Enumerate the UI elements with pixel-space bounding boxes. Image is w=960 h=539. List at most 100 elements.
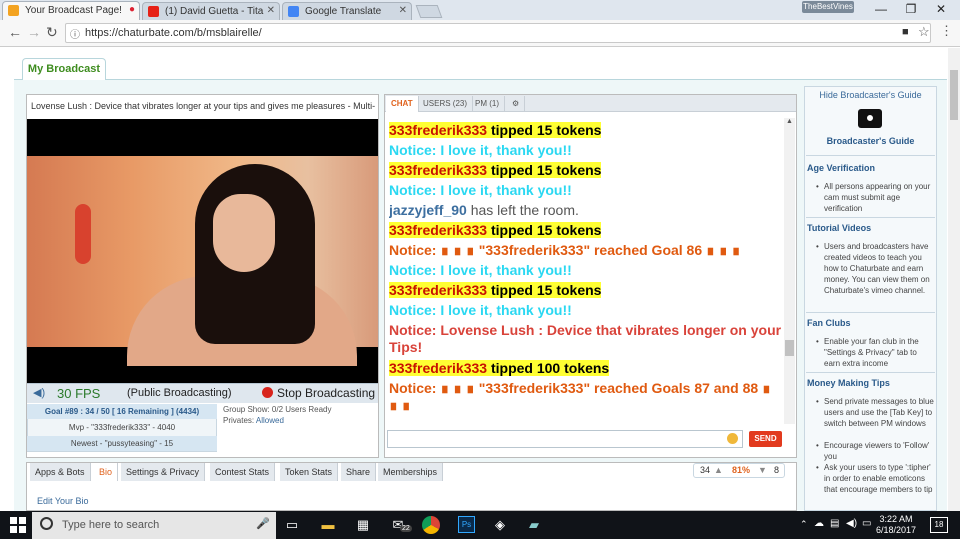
- video-prop: [75, 204, 91, 264]
- volume-icon[interactable]: ◀): [846, 518, 857, 529]
- close-tab-icon[interactable]: ✕: [399, 5, 407, 16]
- secure-lock-icon[interactable]: ⓘ: [70, 26, 80, 41]
- taskbar-search-placeholder[interactable]: Type here to search: [62, 519, 159, 531]
- send-button[interactable]: SEND: [749, 431, 782, 447]
- browser-tab-translate[interactable]: Google Translate ✕: [282, 2, 412, 20]
- chat-message: Notice: ∎ ∎ ∎ "333frederik333" reached G…: [389, 242, 741, 258]
- store-icon[interactable]: ▦: [353, 515, 373, 535]
- profile-badge[interactable]: TheBestVines: [802, 1, 854, 13]
- chat-username[interactable]: jazzyjeff_90: [389, 202, 467, 218]
- room-subject: Lovense Lush : Device that vibrates long…: [31, 101, 376, 111]
- webcam-video[interactable]: [27, 119, 378, 383]
- edit-bio-link[interactable]: Edit Your Bio: [37, 496, 89, 506]
- show-hidden-icons-icon[interactable]: ⌃: [800, 519, 808, 530]
- tab-my-broadcast[interactable]: My Broadcast: [22, 58, 106, 80]
- volume-icon[interactable]: ◀): [33, 386, 45, 399]
- language-icon[interactable]: ▭: [862, 518, 871, 529]
- newest-info: Newest - "pussyteasing" - 15: [27, 436, 217, 451]
- chat-message: 333frederik333 tipped 100 tokens: [389, 358, 783, 378]
- tab-settings-privacy[interactable]: Settings & Privacy: [121, 463, 206, 481]
- notifications-icon[interactable]: 18: [930, 517, 948, 533]
- chat-messages: 333frederik333 tipped 15 tokens Notice: …: [389, 120, 783, 426]
- guide-bullet: • Encourage viewers to 'Follow' you: [816, 441, 930, 461]
- tab-chat[interactable]: CHAT: [386, 96, 419, 112]
- chat-username[interactable]: 333frederik333: [389, 122, 488, 138]
- stop-broadcasting-button[interactable]: Stop Broadcasting: [277, 386, 375, 400]
- bullet-icon: •: [816, 397, 819, 406]
- chat-scrollbar[interactable]: [784, 118, 795, 424]
- maximize-icon[interactable]: ❐: [896, 0, 926, 20]
- page-scrollbar-thumb[interactable]: [950, 70, 958, 120]
- leave-text: has left the room.: [466, 202, 579, 218]
- guide-title-link[interactable]: Broadcaster's Guide: [804, 136, 937, 146]
- minimize-icon[interactable]: —: [866, 0, 896, 20]
- chat-message: Notice: I love it, thank you!!: [389, 262, 572, 278]
- chat-input[interactable]: [387, 430, 743, 448]
- privates-label: Privates:: [223, 416, 255, 425]
- network-icon[interactable]: ▤: [830, 518, 839, 529]
- scroll-up-icon[interactable]: ▲: [786, 118, 793, 125]
- browser-tab-broadcast[interactable]: Your Broadcast Page! ●: [2, 1, 140, 20]
- votes-up-count: 34: [700, 465, 711, 475]
- camera-permission-icon[interactable]: ■: [902, 26, 909, 38]
- taskbar-clock[interactable]: 3:22 AM 6/18/2017: [876, 514, 916, 536]
- windows-start-icon[interactable]: [10, 517, 26, 533]
- tab-pm[interactable]: PM (1): [470, 96, 505, 112]
- file-explorer-icon[interactable]: ▬: [318, 515, 338, 535]
- broadcast-mode: (Public Broadcasting): [127, 387, 232, 399]
- tip-text: tipped 15 tokens: [487, 122, 602, 138]
- chat-scrollbar-thumb[interactable]: [785, 340, 794, 356]
- tab-contest-stats[interactable]: Contest Stats: [210, 463, 276, 481]
- bullet-icon: •: [816, 441, 819, 450]
- url-text[interactable]: https://chaturbate.com/b/msblairelle/: [85, 27, 262, 39]
- close-tab-icon[interactable]: ●: [129, 4, 135, 15]
- chrome-icon[interactable]: [422, 516, 440, 534]
- chat-username[interactable]: 333frederik333: [389, 162, 488, 178]
- guide-bullet: • Enable your fan club in the "Settings &…: [816, 337, 919, 368]
- back-icon[interactable]: ←: [8, 24, 22, 40]
- privates-allowed-link[interactable]: Allowed: [256, 416, 284, 425]
- menu-icon[interactable]: ⋮: [940, 23, 953, 39]
- microphone-icon[interactable]: 🎤: [256, 517, 270, 530]
- chat-username[interactable]: 333frederik333: [389, 360, 488, 376]
- chat-username[interactable]: 333frederik333: [389, 222, 488, 238]
- close-tab-icon[interactable]: ✕: [267, 5, 275, 16]
- close-window-icon[interactable]: ✕: [926, 0, 956, 20]
- task-view-icon[interactable]: ▭: [282, 515, 302, 535]
- new-tab-button[interactable]: [415, 5, 443, 18]
- chat-settings-gear-icon[interactable]: ⚙: [507, 96, 526, 112]
- tab-users[interactable]: USERS (23): [418, 96, 474, 112]
- tab-share[interactable]: Share: [341, 463, 377, 481]
- stop-record-icon[interactable]: [262, 387, 273, 398]
- group-show-status: Group Show: 0/2 Users Ready: [223, 405, 332, 414]
- fps-indicator: 30 FPS: [57, 386, 101, 401]
- chat-username[interactable]: 333frederik333: [389, 282, 488, 298]
- chaturbate-favicon-icon: [8, 5, 19, 16]
- forward-icon[interactable]: →: [27, 24, 41, 40]
- tab-apps-bots[interactable]: Apps & Bots: [30, 463, 91, 481]
- app-icon[interactable]: ▰: [524, 515, 544, 535]
- bookmark-star-icon[interactable]: ☆: [918, 24, 930, 40]
- reload-icon[interactable]: ↻: [46, 24, 58, 41]
- chat-message: jazzyjeff_90 has left the room.: [389, 200, 783, 220]
- privates-status: Privates: Allowed: [223, 416, 284, 425]
- hide-guide-link[interactable]: Hide Broadcaster's Guide: [804, 90, 937, 100]
- chat-message: Notice: I love it, thank you!!: [389, 302, 572, 318]
- onedrive-icon[interactable]: ☁: [814, 518, 824, 529]
- chat-message: Notice: Lovense Lush : Device that vibra…: [389, 322, 782, 355]
- tab-bio[interactable]: Bio: [94, 463, 119, 481]
- clock-time: 3:22 AM: [879, 514, 913, 524]
- app-icon[interactable]: ◈: [490, 515, 510, 535]
- search-icon: [40, 517, 53, 530]
- guide-heading-tutorial-videos: Tutorial Videos: [807, 223, 872, 233]
- tab-token-stats[interactable]: Token Stats: [280, 463, 339, 481]
- divider: [806, 312, 935, 313]
- guide-bullet: • Ask your users to type ':tipher' in ord…: [816, 463, 933, 494]
- satisfaction-percent: 81%: [732, 465, 751, 475]
- photoshop-icon[interactable]: Ps: [458, 516, 475, 533]
- goal-status: Goal #89 : 34 / 50 [ 16 Remaining ] (443…: [27, 404, 217, 419]
- tab-memberships[interactable]: Memberships: [378, 463, 444, 481]
- satisfaction-score: 34 ▲ 81% ▼ 8: [693, 463, 785, 478]
- emoticon-icon[interactable]: [727, 433, 738, 444]
- browser-tab-youtube[interactable]: (1) David Guetta - Tita ✕: [142, 2, 280, 20]
